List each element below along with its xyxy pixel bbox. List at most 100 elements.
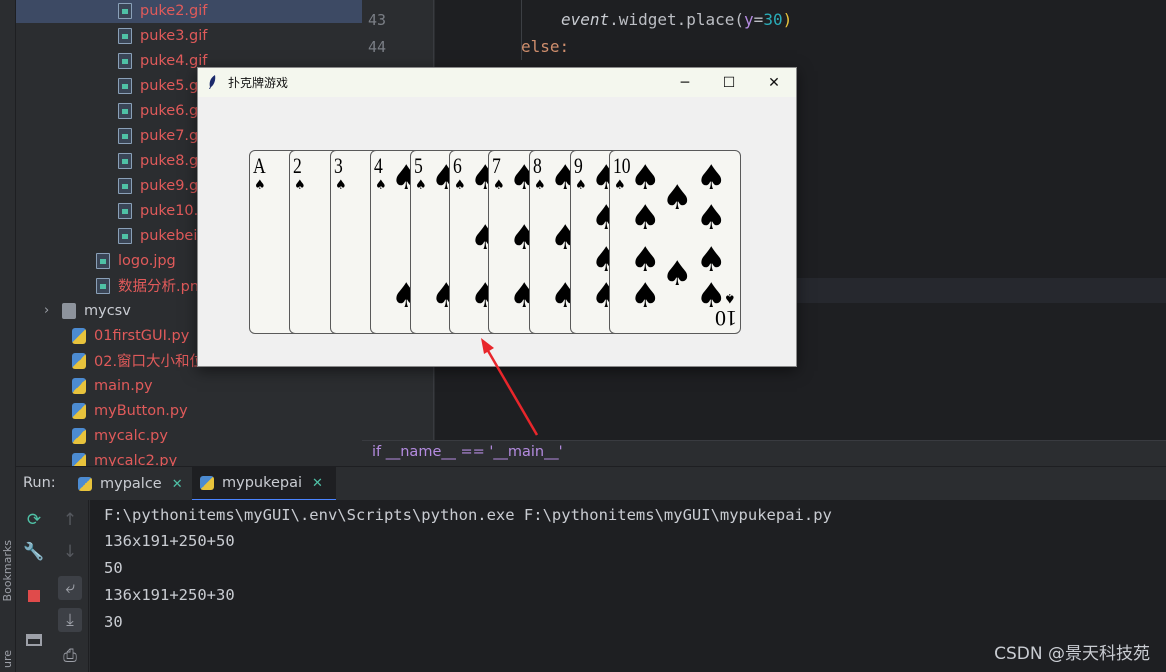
stop-icon[interactable] bbox=[22, 584, 46, 608]
tree-item-label: 02.窗口大小和位 bbox=[94, 354, 205, 370]
tree-item[interactable]: main.py bbox=[16, 373, 362, 398]
python-file-icon bbox=[72, 327, 86, 344]
spade-icon: ♠ bbox=[630, 276, 661, 316]
tree-item-label: puke7.gi bbox=[140, 127, 203, 144]
tree-item-label: puke2.gif bbox=[140, 2, 208, 19]
tab-mypalce[interactable]: mypalce ✕ bbox=[70, 467, 191, 501]
card-rank: 2 bbox=[293, 153, 302, 178]
print-icon[interactable]: ⎙ bbox=[58, 644, 82, 668]
spade-icon: ♠ bbox=[454, 178, 466, 193]
scroll-to-end-icon[interactable]: ⤓ bbox=[58, 608, 82, 632]
rerun-icon[interactable]: ⟳ bbox=[22, 508, 46, 532]
tree-item-label: logo.jpg bbox=[118, 252, 176, 269]
card-rank: 4 bbox=[374, 153, 383, 178]
minimize-button[interactable]: ─ bbox=[662, 68, 708, 97]
tree-item[interactable]: puke2.gif bbox=[16, 0, 362, 23]
python-file-icon bbox=[72, 377, 86, 394]
tree-item[interactable]: mycalc.py bbox=[16, 423, 362, 448]
image-file-icon bbox=[118, 2, 132, 19]
window-title: 扑克牌游戏 bbox=[228, 76, 289, 90]
arrow-up-icon[interactable]: ↑ bbox=[58, 508, 82, 532]
arrow-down-icon[interactable]: ↓ bbox=[58, 540, 82, 564]
card-rank: 7 bbox=[492, 153, 501, 178]
image-file-icon bbox=[118, 77, 132, 94]
left-tool-strip: Bookmarks ure bbox=[0, 0, 16, 672]
spade-icon: ♠ bbox=[614, 178, 626, 193]
tree-item-label: mycsv bbox=[84, 302, 131, 319]
image-file-icon bbox=[118, 102, 132, 119]
line-number: 44 bbox=[368, 38, 387, 56]
spade-icon: ♠ bbox=[724, 290, 736, 305]
spade-icon: ♠ bbox=[696, 240, 727, 280]
python-file-icon bbox=[72, 402, 86, 419]
tree-item[interactable]: myButton.py bbox=[16, 398, 362, 423]
feather-icon bbox=[209, 75, 216, 89]
tree-item-label: puke6.gi bbox=[140, 102, 203, 119]
card-rank-bottom: 10 bbox=[715, 306, 737, 331]
spade-icon: ♠ bbox=[493, 178, 505, 193]
line-number: 43 bbox=[368, 11, 387, 29]
run-title: Run: bbox=[23, 475, 56, 491]
console-line: 30 bbox=[104, 613, 123, 631]
close-icon[interactable]: ✕ bbox=[172, 477, 183, 492]
playing-card[interactable]: 10 ♠ ♠ ♠ ♠ ♠ ♠ ♠ ♠ ♠ ♠ ♠ 10 ♠ bbox=[609, 150, 741, 334]
spade-icon: ♠ bbox=[534, 178, 546, 193]
structure-tab[interactable]: ure bbox=[1, 650, 14, 668]
chevron-right-icon[interactable]: › bbox=[44, 303, 54, 318]
image-file-icon bbox=[118, 127, 132, 144]
spade-icon: ♠ bbox=[662, 178, 693, 218]
tree-item-label: pukebei bbox=[140, 227, 198, 244]
spade-icon: ♠ bbox=[630, 240, 661, 280]
image-file-icon bbox=[118, 27, 132, 44]
card-rank: 3 bbox=[334, 153, 343, 178]
tree-item-label: main.py bbox=[94, 377, 153, 394]
card-rank: 9 bbox=[574, 153, 583, 178]
tree-item-label: myButton.py bbox=[94, 402, 188, 419]
wrench-icon[interactable]: 🔧 bbox=[22, 540, 46, 564]
breadcrumb[interactable]: if __name__ == '__main__' bbox=[362, 440, 1166, 466]
card-rank: 5 bbox=[414, 153, 423, 178]
tree-item-label: puke8.gi bbox=[140, 152, 203, 169]
spade-icon: ♠ bbox=[630, 198, 661, 238]
tree-item-label: mycalc.py bbox=[94, 427, 168, 444]
image-file-icon bbox=[118, 152, 132, 169]
layout-icon[interactable] bbox=[22, 628, 46, 652]
soft-wrap-icon[interactable]: ⤶ bbox=[58, 576, 82, 600]
spade-icon: ♠ bbox=[630, 158, 661, 198]
console-line: 136x191+250+30 bbox=[104, 586, 235, 604]
image-file-icon bbox=[118, 52, 132, 69]
tab-label: mypalce bbox=[100, 476, 162, 492]
python-file-icon bbox=[72, 427, 86, 444]
tree-item-label: puke9.gi bbox=[140, 177, 203, 194]
window-titlebar[interactable]: 扑克牌游戏 ─ ☐ ✕ bbox=[198, 68, 796, 97]
run-panel-header: Run: mypalce ✕ mypukepai ✕ bbox=[16, 466, 1166, 501]
tree-item[interactable]: puke3.gif bbox=[16, 23, 362, 48]
console-line: F:\pythonitems\myGUI\.env\Scripts\python… bbox=[104, 506, 832, 524]
watermark: CSDN @景天科技苑 bbox=[994, 644, 1150, 664]
spade-icon: ♠ bbox=[375, 178, 387, 193]
image-file-icon bbox=[118, 227, 132, 244]
tab-mypukepai[interactable]: mypukepai ✕ bbox=[192, 467, 336, 501]
card-rank: 6 bbox=[453, 153, 462, 178]
image-file-icon bbox=[118, 177, 132, 194]
maximize-button[interactable]: ☐ bbox=[706, 68, 752, 97]
run-toolbar-secondary: ↑ ↓ ⤶ ⤓ ⎙ bbox=[52, 500, 89, 672]
tree-item-label: puke3.gif bbox=[140, 27, 208, 44]
tab-label: mypukepai bbox=[222, 475, 303, 491]
breadcrumb-item[interactable]: if __name__ == '__main__' bbox=[372, 444, 563, 460]
console-line: 136x191+250+50 bbox=[104, 532, 235, 550]
card-rank: A bbox=[253, 153, 266, 178]
close-button[interactable]: ✕ bbox=[751, 68, 797, 97]
python-file-icon bbox=[200, 476, 214, 490]
spade-icon: ♠ bbox=[696, 158, 727, 198]
tree-item[interactable]: mycalc2.py bbox=[16, 448, 362, 466]
image-file-icon bbox=[96, 252, 110, 269]
code-line-43: event.widget.place(y=30) bbox=[561, 10, 793, 29]
card-rank: 10 bbox=[613, 153, 631, 178]
python-file-icon bbox=[72, 452, 86, 466]
close-icon[interactable]: ✕ bbox=[312, 476, 323, 491]
tree-item-label: 数据分析.png bbox=[118, 279, 209, 295]
spade-icon: ♠ bbox=[335, 178, 347, 193]
bookmarks-tab[interactable]: Bookmarks bbox=[1, 540, 14, 601]
tree-item-label: 01firstGUI.py bbox=[94, 327, 190, 344]
